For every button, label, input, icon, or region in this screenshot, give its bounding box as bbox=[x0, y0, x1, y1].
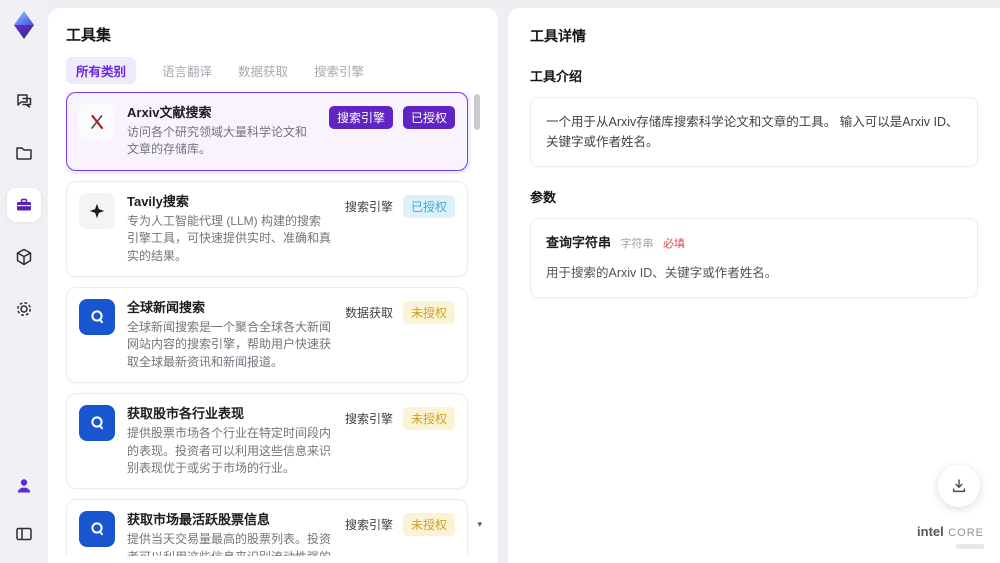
brand-underline bbox=[956, 544, 984, 549]
auth-status-badge: 已授权 bbox=[402, 106, 455, 129]
tool-card-sector-performance[interactable]: 获取股市各行业表现 提供股票市场各个行业在特定时间段内的表现。投资者可以利用这些… bbox=[66, 393, 468, 490]
app-root: { "accent_color": "#6d28d9", "sidebar": … bbox=[0, 0, 1000, 563]
sidebar-item-settings[interactable] bbox=[7, 292, 41, 326]
tool-description: 全球新闻搜索是一个聚合全球各大新闻网站内容的搜索引擎，帮助用户快速获取全球最新资… bbox=[127, 319, 332, 369]
scrollbar-thumb[interactable] bbox=[474, 94, 480, 130]
tool-description: 提供当天交易量最高的股票列表。投资者可以利用这些信息来识别流动性强的股票和潜在的… bbox=[127, 532, 332, 556]
tool-detail-panel: 工具详情 工具介绍 一个用于从Arxiv存储库搜索科学论文和文章的工具。 输入可… bbox=[508, 8, 1000, 563]
panel-toggle-icon bbox=[14, 524, 34, 544]
category-label: 数据获取 bbox=[344, 305, 393, 320]
tab-data-acquisition[interactable]: 数据获取 bbox=[238, 61, 288, 80]
param-type: 字符串 bbox=[620, 238, 654, 250]
category-tabs: 所有类别 语言翻译 数据获取 搜索引擎 bbox=[66, 56, 482, 84]
auth-status-badge: 未授权 bbox=[402, 300, 455, 324]
tool-card-arxiv[interactable]: Arxiv文献搜索 访问各个研究领域大量科学论文和文章的存储库。 搜索引擎 已授… bbox=[66, 92, 468, 171]
sidebar-item-account[interactable] bbox=[7, 469, 41, 503]
sidebar-item-files[interactable] bbox=[7, 136, 41, 170]
param-required-flag: 必填 bbox=[662, 238, 685, 250]
sidebar-item-tools[interactable] bbox=[7, 188, 41, 222]
auth-status-badge: 已授权 bbox=[402, 194, 455, 218]
download-icon bbox=[950, 477, 968, 495]
category-label: 搜索引擎 bbox=[344, 412, 393, 427]
chat-icon bbox=[14, 91, 34, 111]
detail-title: 工具详情 bbox=[530, 28, 586, 44]
intel-core-logo: intel CORE bbox=[917, 522, 984, 549]
param-description: 用于搜索的Arxiv ID、关键字或作者姓名。 bbox=[546, 265, 778, 280]
tool-description: 访问各个研究领域大量科学论文和文章的存储库。 bbox=[127, 125, 308, 157]
finance-q-icon bbox=[79, 405, 115, 442]
param-header: 查询字符串 字符串 必填 bbox=[546, 233, 962, 254]
tool-name: 获取市场最活跃股票信息 bbox=[127, 512, 271, 528]
toolbox-icon bbox=[14, 195, 34, 215]
user-icon bbox=[14, 476, 34, 496]
sidebar-item-chat[interactable] bbox=[7, 84, 41, 118]
params-heading: 参数 bbox=[530, 190, 557, 205]
app-logo[interactable] bbox=[9, 10, 39, 40]
intro-box: 一个用于从Arxiv存储库搜索科学论文和文章的工具。 输入可以是Arxiv ID… bbox=[530, 97, 978, 167]
stocks-q-icon bbox=[79, 511, 115, 548]
sidebar-item-models[interactable] bbox=[7, 240, 41, 274]
tool-description: 提供股票市场各个行业在特定时间段内的表现。投资者可以利用这些信息来识别表现优于或… bbox=[127, 426, 332, 475]
sidebar-bottom bbox=[7, 469, 41, 551]
news-q-icon bbox=[79, 298, 115, 335]
sidebar-nav bbox=[7, 84, 41, 326]
tool-name: Tavily搜索 bbox=[127, 193, 189, 209]
brand-intel-text: intel bbox=[917, 523, 944, 539]
sidebar-item-collapse[interactable] bbox=[7, 517, 41, 551]
arxiv-logo-icon bbox=[79, 104, 115, 140]
tavily-star-icon bbox=[79, 192, 115, 229]
tab-language-translation[interactable]: 语言翻译 bbox=[162, 61, 212, 80]
category-label: 搜索引擎 bbox=[344, 199, 393, 214]
page-title: 工具集 bbox=[66, 27, 112, 44]
cube-icon bbox=[14, 247, 34, 267]
auth-status-badge: 未授权 bbox=[402, 513, 455, 537]
tool-card-active-stocks[interactable]: 获取市场最活跃股票信息 提供当天交易量最高的股票列表。投资者可以利用这些信息来识… bbox=[66, 499, 468, 556]
tool-card-global-news[interactable]: 全球新闻搜索 全球新闻搜索是一个聚合全球各大新闻网站内容的搜索引擎，帮助用户快速… bbox=[66, 286, 468, 384]
tool-name: Arxiv文献搜索 bbox=[127, 105, 212, 120]
intro-text: 一个用于从Arxiv存储库搜索科学论文和文章的工具。 输入可以是Arxiv ID… bbox=[546, 115, 959, 149]
brand-core-text: CORE bbox=[948, 526, 984, 539]
tool-description: 专为人工智能代理 (LLM) 构建的搜索引擎工具，可快速提供实时、准确和真实的结… bbox=[127, 213, 332, 263]
intro-heading: 工具介绍 bbox=[530, 69, 583, 84]
tool-name: 获取股市各行业表现 bbox=[127, 406, 245, 422]
category-badge: 搜索引擎 bbox=[328, 106, 393, 129]
tool-list: Arxiv文献搜索 访问各个研究领域大量科学论文和文章的存储库。 搜索引擎 已授… bbox=[66, 92, 482, 556]
gear-icon bbox=[14, 299, 34, 319]
tool-card-tavily[interactable]: Tavily搜索 专为人工智能代理 (LLM) 构建的搜索引擎工具，可快速提供实… bbox=[66, 180, 468, 277]
left-sidebar bbox=[0, 0, 48, 563]
param-box: 查询字符串 字符串 必填 用于搜索的Arxiv ID、关键字或作者姓名。 bbox=[530, 218, 978, 298]
folder-icon bbox=[14, 143, 34, 163]
param-name: 查询字符串 bbox=[546, 235, 612, 250]
tab-all-categories[interactable]: 所有类别 bbox=[66, 56, 137, 84]
list-scrollbar[interactable]: ▾ bbox=[472, 92, 482, 556]
download-button[interactable] bbox=[938, 465, 980, 507]
category-label: 搜索引擎 bbox=[344, 518, 393, 533]
tab-search-engine[interactable]: 搜索引擎 bbox=[314, 61, 364, 80]
auth-status-badge: 未授权 bbox=[402, 407, 455, 431]
tools-panel: 工具集 所有类别 语言翻译 数据获取 搜索引擎 Arxiv文献搜索 访问各个研究… bbox=[48, 8, 498, 563]
tool-name: 全球新闻搜索 bbox=[127, 299, 206, 315]
scrollbar-down-arrow[interactable]: ▾ bbox=[477, 519, 482, 530]
